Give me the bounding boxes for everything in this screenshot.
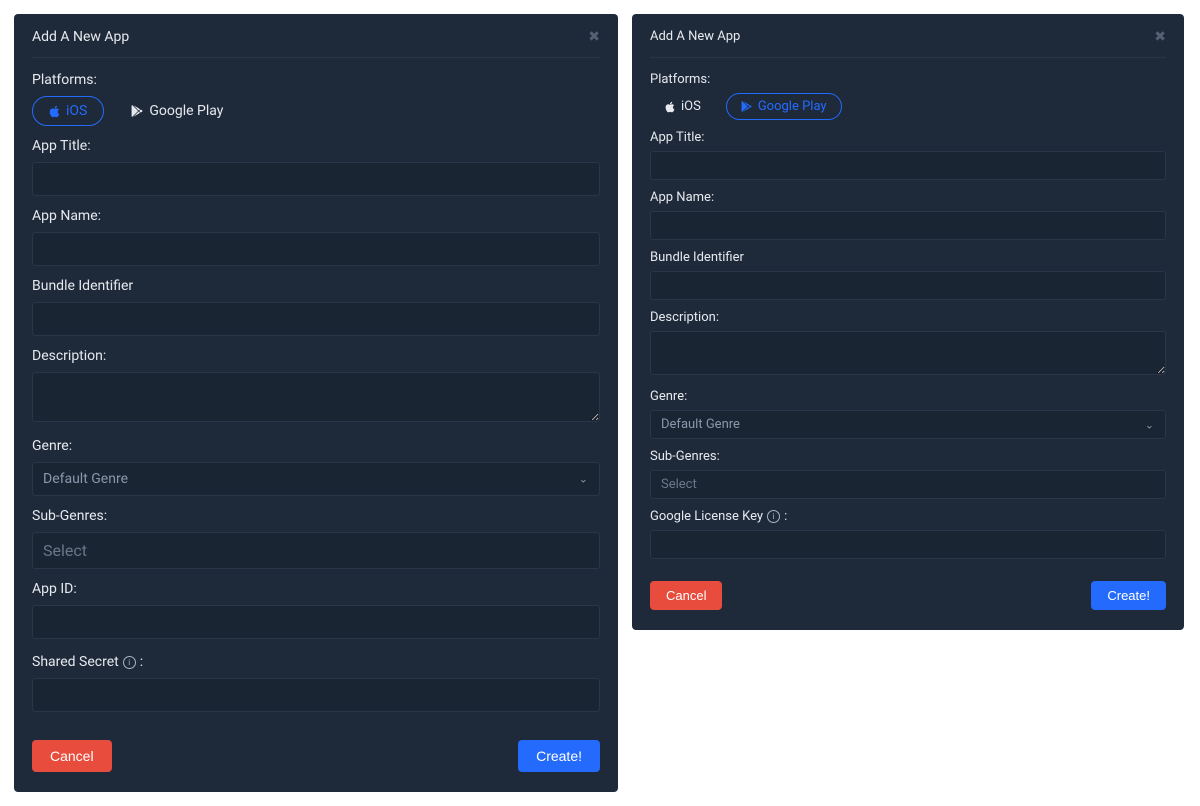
apple-icon <box>665 101 675 113</box>
close-button[interactable]: ✖ <box>588 28 600 45</box>
subgenres-placeholder: Select <box>43 541 87 560</box>
app-name-label: App Name: <box>32 208 600 224</box>
subgenres-select[interactable]: Select <box>32 532 600 569</box>
appid-group: App ID: <box>32 581 600 639</box>
appid-input[interactable] <box>32 605 600 639</box>
app-title-label: App Title: <box>32 138 600 154</box>
bundle-id-group: Bundle Identifier <box>32 278 600 336</box>
description-label: Description: <box>650 310 1166 325</box>
bundle-id-group: Bundle Identifier <box>650 250 1166 300</box>
app-title-group: App Title: <box>32 138 600 196</box>
shared-secret-input[interactable] <box>32 678 600 712</box>
license-key-label-text: Google License Key <box>650 509 763 524</box>
platforms-group: Platforms: iOS Google Play <box>650 72 1166 120</box>
bundle-id-input[interactable] <box>32 302 600 336</box>
cancel-button[interactable]: Cancel <box>650 581 722 610</box>
close-icon: ✖ <box>1154 28 1166 44</box>
genre-label: Genre: <box>650 389 1166 404</box>
app-name-group: App Name: <box>650 190 1166 240</box>
platform-pill-ios[interactable]: iOS <box>32 96 104 126</box>
bundle-id-label: Bundle Identifier <box>650 250 1166 265</box>
description-label: Description: <box>32 348 600 364</box>
create-button[interactable]: Create! <box>1091 581 1166 610</box>
app-name-label: App Name: <box>650 190 1166 205</box>
modal-title: Add A New App <box>650 29 740 44</box>
app-title-input[interactable] <box>32 162 600 196</box>
add-app-modal-googleplay: Add A New App ✖ Platforms: iOS Google Pl… <box>632 14 1184 630</box>
shared-secret-label: Shared Secret i : <box>32 654 143 670</box>
app-title-group: App Title: <box>650 130 1166 180</box>
platform-pills: iOS Google Play <box>32 96 600 126</box>
genre-select[interactable]: Default Genre <box>650 410 1166 439</box>
shared-secret-colon: : <box>140 654 143 670</box>
googleplay-icon <box>741 101 752 112</box>
modal-footer: Cancel Create! <box>650 581 1166 610</box>
platform-pill-googleplay-label: Google Play <box>149 103 223 119</box>
add-app-modal-ios: Add A New App ✖ Platforms: iOS Google Pl… <box>14 14 618 792</box>
close-button[interactable]: ✖ <box>1154 28 1166 45</box>
description-group: Description: <box>32 348 600 426</box>
platform-pill-googleplay[interactable]: Google Play <box>114 96 240 126</box>
platforms-label: Platforms: <box>650 72 1166 87</box>
subgenres-label: Sub-Genres: <box>32 508 600 524</box>
platform-pill-googleplay[interactable]: Google Play <box>726 93 842 120</box>
app-title-input[interactable] <box>650 151 1166 180</box>
bundle-id-label: Bundle Identifier <box>32 278 600 294</box>
genre-select[interactable]: Default Genre <box>32 462 600 496</box>
subgenres-label: Sub-Genres: <box>650 449 1166 464</box>
platform-pill-ios[interactable]: iOS <box>650 93 716 120</box>
app-name-input[interactable] <box>32 232 600 266</box>
genre-group: Genre: Default Genre ⌄ <box>32 438 600 496</box>
license-key-input[interactable] <box>650 530 1166 559</box>
appid-label: App ID: <box>32 581 600 597</box>
cancel-button[interactable]: Cancel <box>32 740 112 772</box>
info-icon[interactable]: i <box>767 510 780 523</box>
bundle-id-input[interactable] <box>650 271 1166 300</box>
description-group: Description: <box>650 310 1166 379</box>
app-title-label: App Title: <box>650 130 1166 145</box>
platform-pills: iOS Google Play <box>650 93 1166 120</box>
license-key-label: Google License Key i : <box>650 509 787 524</box>
app-name-group: App Name: <box>32 208 600 266</box>
subgenres-placeholder: Select <box>661 477 697 492</box>
platforms-label: Platforms: <box>32 72 600 88</box>
platform-pill-ios-label: iOS <box>66 103 87 119</box>
platform-pill-googleplay-label: Google Play <box>758 99 827 114</box>
apple-icon <box>49 105 60 118</box>
modal-header: Add A New App ✖ <box>32 28 600 58</box>
app-name-input[interactable] <box>650 211 1166 240</box>
shared-secret-group: Shared Secret i : <box>32 651 600 712</box>
subgenres-group: Sub-Genres: Select <box>650 449 1166 499</box>
license-key-group: Google License Key i : <box>650 509 1166 559</box>
subgenres-select[interactable]: Select <box>650 470 1166 499</box>
shared-secret-label-text: Shared Secret <box>32 654 119 670</box>
info-icon[interactable]: i <box>123 656 136 669</box>
modal-footer: Cancel Create! <box>32 740 600 772</box>
modal-header: Add A New App ✖ <box>650 28 1166 58</box>
subgenres-group: Sub-Genres: Select <box>32 508 600 569</box>
description-textarea[interactable] <box>32 372 600 422</box>
description-textarea[interactable] <box>650 331 1166 375</box>
platforms-group: Platforms: iOS Google Play <box>32 72 600 126</box>
genre-group: Genre: Default Genre ⌄ <box>650 389 1166 439</box>
platform-pill-ios-label: iOS <box>681 99 701 114</box>
license-key-colon: : <box>784 509 787 524</box>
googleplay-icon <box>131 105 143 117</box>
modal-title: Add A New App <box>32 29 129 45</box>
create-button[interactable]: Create! <box>518 740 600 772</box>
close-icon: ✖ <box>588 28 600 44</box>
genre-label: Genre: <box>32 438 600 454</box>
